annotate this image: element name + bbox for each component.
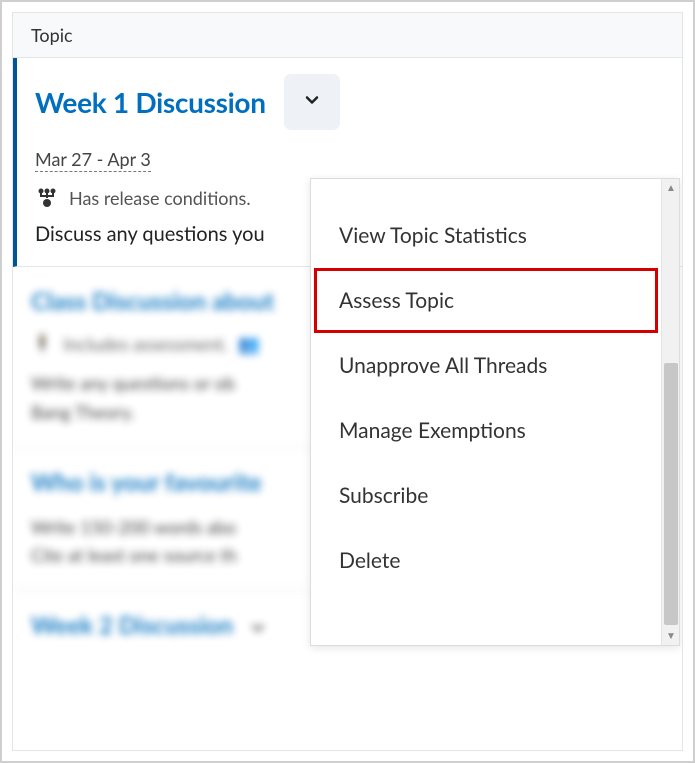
topic-title-link[interactable]: Week 1 Discussion bbox=[35, 85, 266, 119]
menu-item-assess-topic[interactable]: Assess Topic bbox=[314, 268, 658, 333]
topic-title-blurred: Week 2 Discussion bbox=[31, 611, 233, 640]
menu-body: View Topic Statistics Assess Topic Unapp… bbox=[311, 179, 661, 645]
scroll-up-icon[interactable]: ▲ bbox=[663, 180, 679, 196]
menu-item-unapprove-threads[interactable]: Unapprove All Threads bbox=[311, 333, 661, 398]
outer-frame: Topic Week 1 Discussion Mar 27 - Apr 3 H… bbox=[0, 0, 695, 763]
chevron-down-icon bbox=[249, 619, 267, 641]
scroll-down-icon[interactable]: ▼ bbox=[663, 628, 679, 644]
menu-item-subscribe[interactable]: Subscribe bbox=[311, 463, 661, 528]
release-conditions-icon bbox=[35, 186, 59, 210]
panel-header-label: Topic bbox=[31, 24, 73, 46]
scroll-thumb[interactable] bbox=[664, 363, 678, 625]
group-icon: 👥 bbox=[238, 332, 260, 355]
topic-panel: Topic Week 1 Discussion Mar 27 - Apr 3 H… bbox=[12, 12, 683, 751]
menu-item-manage-exemptions[interactable]: Manage Exemptions bbox=[311, 398, 661, 463]
assessment-icon: 🕴 bbox=[31, 332, 53, 355]
menu-item-delete[interactable]: Delete bbox=[311, 528, 661, 593]
topic-title-row: Week 1 Discussion bbox=[35, 74, 664, 130]
menu-item-view-statistics[interactable]: View Topic Statistics bbox=[311, 203, 661, 268]
release-conditions-label: Has release conditions. bbox=[69, 187, 251, 209]
topic-date-range: Mar 27 - Apr 3 bbox=[35, 148, 151, 172]
topic-actions-menu: View Topic Statistics Assess Topic Unapp… bbox=[310, 178, 680, 646]
chevron-down-icon bbox=[302, 90, 322, 114]
topic-actions-button[interactable] bbox=[284, 74, 340, 130]
menu-scrollbar[interactable]: ▲ ▼ bbox=[661, 179, 679, 645]
panel-header: Topic bbox=[13, 13, 682, 58]
